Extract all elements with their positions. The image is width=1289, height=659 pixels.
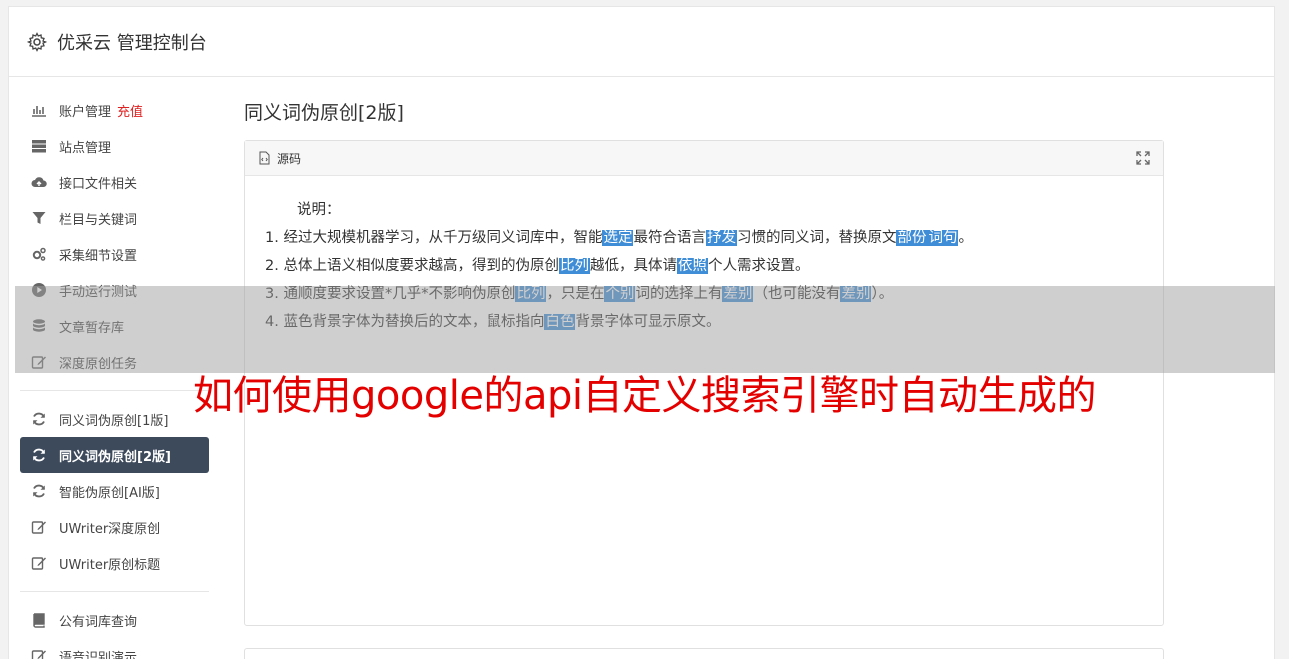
server-icon [30, 137, 48, 155]
sidebar-item-group1-1[interactable]: 站点管理 [20, 128, 209, 164]
editor-line: 2. 总体上语义相似度要求越高，得到的伪原创比列越低，具体请依照个人需求设置。 [265, 252, 1143, 280]
result-editor[interactable] [244, 648, 1164, 659]
sidebar-item-group1-3[interactable]: 栏目与关键词 [20, 200, 209, 236]
refresh-icon [30, 446, 48, 464]
replaced-word[interactable]: 抒发 [705, 230, 737, 246]
refresh-icon [30, 482, 48, 500]
sidebar-item-label: UWriter深度原创 [59, 521, 161, 537]
book-icon [30, 611, 48, 629]
sidebar-item-group1-2[interactable]: 接口文件相关 [20, 164, 209, 200]
text-segment: 1. 经过大规模机器学习，从千万级同义词库中，智能 [265, 230, 603, 246]
cogs-icon [30, 245, 48, 263]
source-code-icon[interactable] [257, 151, 271, 165]
sidebar-item-group3-1[interactable]: 语音识别演示 [20, 638, 209, 659]
overlay-caption: 如何使用google的api自定义搜索引擎时自动生成的 [193, 373, 1096, 419]
text-segment: 最符合语言 [633, 230, 706, 246]
edit-icon [30, 518, 48, 536]
sidebar-item-group2-4[interactable]: UWriter原创标题 [20, 545, 209, 581]
sidebar-item-label: 公有词库查询 [59, 614, 138, 630]
replaced-word[interactable]: 选定 [602, 230, 634, 246]
text-segment: 越低，具体请 [589, 258, 677, 274]
sidebar-item-label: 栏目与关键词 [59, 212, 138, 228]
filter-icon [30, 209, 48, 227]
page-header-title: 优采云 管理控制台 [57, 32, 207, 54]
sidebar-item-label: 采集细节设置 [59, 248, 138, 264]
gray-overlay-band [15, 286, 1275, 373]
sidebar-item-label: 账户管理 [59, 104, 112, 120]
text-segment: 习惯的同义词，替换原文 [736, 230, 897, 246]
text-segment: 2. 总体上语义相似度要求越高，得到的伪原创 [265, 258, 559, 274]
edit-icon [30, 554, 48, 572]
text-segment: 个人需求设置。 [707, 258, 810, 274]
edit-icon [30, 647, 48, 659]
sidebar-item-label: 接口文件相关 [59, 176, 138, 192]
replaced-word[interactable]: 词句 [927, 230, 959, 246]
sidebar-item-label: 语音识别演示 [59, 650, 138, 659]
sidebar-item-group2-2[interactable]: 智能伪原创[AI版] [20, 473, 209, 509]
page-title: 同义词伪原创[2版] [244, 102, 404, 124]
top-header: 优采云 管理控制台 [9, 7, 1274, 77]
sidebar-item-group2-3[interactable]: UWriter深度原创 [20, 509, 209, 545]
editor-line: 1. 经过大规模机器学习，从千万级同义词库中，智能选定最符合语言抒发习惯的同义词… [265, 224, 1143, 252]
sidebar-item-label: 同义词伪原创[2版] [59, 449, 171, 465]
sidebar-item-group1-4[interactable]: 采集细节设置 [20, 236, 209, 272]
sidebar-item-label: 智能伪原创[AI版] [59, 485, 160, 501]
text-segment: 。 [958, 230, 973, 246]
sidebar-divider [20, 591, 209, 592]
replaced-word[interactable]: 依照 [676, 258, 708, 274]
sidebar-item-label: UWriter原创标题 [59, 557, 161, 573]
sidebar-item-group1-0[interactable]: 账户管理 充值 [20, 92, 209, 128]
intro-line: 说明： [297, 202, 341, 218]
cloud-upload-icon [30, 173, 48, 191]
sidebar-item-label: 站点管理 [59, 140, 112, 156]
replaced-word[interactable]: 比列 [558, 258, 590, 274]
expand-icon[interactable] [1135, 150, 1151, 166]
sidebar-item-group2-1[interactable]: 同义词伪原创[2版] [20, 437, 209, 473]
bar-chart-icon [30, 101, 48, 119]
source-label[interactable]: 源码 [277, 150, 1135, 167]
gear-icon [27, 31, 47, 52]
sidebar-item-group3-0[interactable]: 公有词库查询 [20, 602, 209, 638]
replaced-word[interactable]: 部份 [896, 230, 928, 246]
editor-toolbar: 源码 [245, 141, 1163, 176]
recharge-link[interactable]: 充值 [117, 101, 143, 120]
